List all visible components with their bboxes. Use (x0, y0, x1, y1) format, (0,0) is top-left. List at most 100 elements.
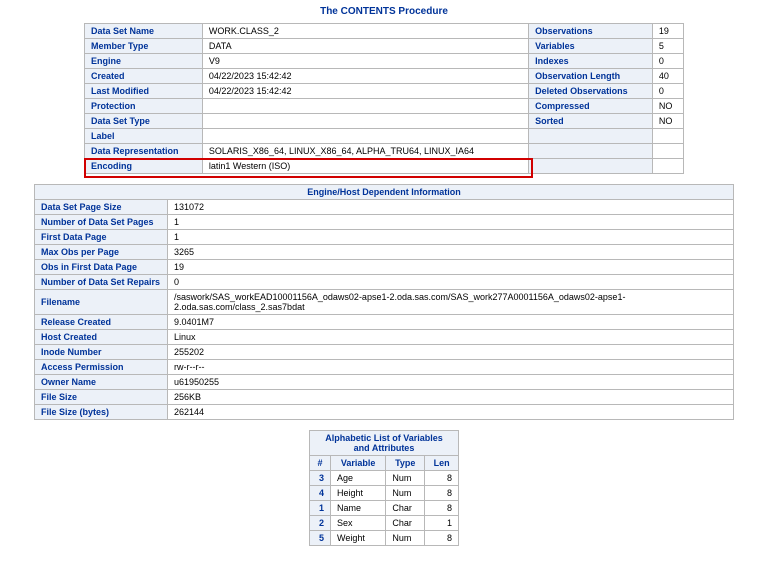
meta-label: Created (85, 69, 203, 84)
meta-value: 04/22/2023 15:42:42 (202, 69, 528, 84)
meta-value (202, 129, 528, 144)
procedure-title: The CONTENTS Procedure (8, 6, 760, 17)
meta-label: Engine (85, 54, 203, 69)
metadata-row: Protection CompressedNO (85, 99, 684, 114)
col-type: Type (386, 456, 425, 471)
meta-label: Sorted (529, 114, 653, 129)
engine-value: Linux (168, 330, 734, 345)
engine-label: File Size (35, 390, 168, 405)
engine-host-table: Engine/Host Dependent Information Data S… (34, 184, 734, 420)
var-type: Char (386, 516, 425, 531)
meta-value (202, 114, 528, 129)
meta-label: Member Type (85, 39, 203, 54)
metadata-row: Last Modified04/22/2023 15:42:42Deleted … (85, 84, 684, 99)
var-len: 8 (425, 501, 459, 516)
col-variable: Variable (330, 456, 385, 471)
meta-value: 19 (652, 24, 683, 39)
metadata-row: Data Set NameWORK.CLASS_2Observations19 (85, 24, 684, 39)
engine-label: Filename (35, 290, 168, 315)
meta-value (202, 99, 528, 114)
variable-row: 2SexChar1 (310, 516, 459, 531)
engine-value: u61950255 (168, 375, 734, 390)
meta-value: 0 (652, 54, 683, 69)
engine-label: Host Created (35, 330, 168, 345)
engine-row: Obs in First Data Page19 (35, 260, 734, 275)
variable-row: 1NameChar8 (310, 501, 459, 516)
engine-value: 262144 (168, 405, 734, 420)
engine-label: File Size (bytes) (35, 405, 168, 420)
meta-value: 04/22/2023 15:42:42 (202, 84, 528, 99)
engine-label: Number of Data Set Repairs (35, 275, 168, 290)
engine-value: 256KB (168, 390, 734, 405)
variables-table: Alphabetic List of Variables and Attribu… (309, 430, 459, 546)
var-num: 1 (310, 501, 331, 516)
meta-value (652, 159, 683, 174)
engine-row: Data Set Page Size131072 (35, 200, 734, 215)
engine-label: Access Permission (35, 360, 168, 375)
engine-value: rw-r--r-- (168, 360, 734, 375)
engine-value: 3265 (168, 245, 734, 260)
meta-label: Data Set Name (85, 24, 203, 39)
engine-label: Owner Name (35, 375, 168, 390)
meta-value (652, 129, 683, 144)
engine-row: Host CreatedLinux (35, 330, 734, 345)
engine-value: 255202 (168, 345, 734, 360)
var-num: 3 (310, 471, 331, 486)
engine-value: 0 (168, 275, 734, 290)
var-name: Age (330, 471, 385, 486)
meta-value: DATA (202, 39, 528, 54)
meta-label: Encoding (85, 159, 203, 174)
meta-label: Compressed (529, 99, 653, 114)
var-num: 4 (310, 486, 331, 501)
metadata-row: Created04/22/2023 15:42:42Observation Le… (85, 69, 684, 84)
variables-header: Alphabetic List of Variables and Attribu… (310, 431, 459, 456)
var-type: Num (386, 471, 425, 486)
meta-label: Observation Length (529, 69, 653, 84)
meta-label: Label (85, 129, 203, 144)
meta-label (529, 129, 653, 144)
engine-label: Release Created (35, 315, 168, 330)
var-name: Name (330, 501, 385, 516)
engine-row: Owner Nameu61950255 (35, 375, 734, 390)
engine-host-header: Engine/Host Dependent Information (35, 185, 734, 200)
engine-value: /saswork/SAS_workEAD10001156A_odaws02-ap… (168, 290, 734, 315)
meta-label: Data Set Type (85, 114, 203, 129)
engine-value: 1 (168, 230, 734, 245)
meta-value: NO (652, 99, 683, 114)
col-len: Len (425, 456, 459, 471)
var-name: Height (330, 486, 385, 501)
engine-row: Max Obs per Page3265 (35, 245, 734, 260)
var-type: Char (386, 501, 425, 516)
var-len: 8 (425, 486, 459, 501)
engine-label: Number of Data Set Pages (35, 215, 168, 230)
engine-label: First Data Page (35, 230, 168, 245)
engine-value: 1 (168, 215, 734, 230)
meta-label: Data Representation (85, 144, 203, 159)
engine-label: Data Set Page Size (35, 200, 168, 215)
meta-label: Protection (85, 99, 203, 114)
var-num: 2 (310, 516, 331, 531)
meta-label (529, 144, 653, 159)
engine-value: 9.0401M7 (168, 315, 734, 330)
meta-label: Variables (529, 39, 653, 54)
variable-row: 4HeightNum8 (310, 486, 459, 501)
meta-value: WORK.CLASS_2 (202, 24, 528, 39)
var-len: 8 (425, 471, 459, 486)
meta-value: 40 (652, 69, 683, 84)
col-num: # (310, 456, 331, 471)
engine-row: Release Created9.0401M7 (35, 315, 734, 330)
metadata-row: Data Set Type SortedNO (85, 114, 684, 129)
metadata-row: Encodinglatin1 Western (ISO) (85, 159, 684, 174)
meta-value: V9 (202, 54, 528, 69)
engine-row: File Size (bytes)262144 (35, 405, 734, 420)
var-type: Num (386, 486, 425, 501)
engine-row: Filename/saswork/SAS_workEAD10001156A_od… (35, 290, 734, 315)
metadata-row: Data RepresentationSOLARIS_X86_64, LINUX… (85, 144, 684, 159)
var-name: Sex (330, 516, 385, 531)
metadata-row: Member TypeDATAVariables5 (85, 39, 684, 54)
engine-label: Obs in First Data Page (35, 260, 168, 275)
meta-value (652, 144, 683, 159)
meta-value: SOLARIS_X86_64, LINUX_X86_64, ALPHA_TRU6… (202, 144, 528, 159)
engine-label: Inode Number (35, 345, 168, 360)
meta-value: NO (652, 114, 683, 129)
